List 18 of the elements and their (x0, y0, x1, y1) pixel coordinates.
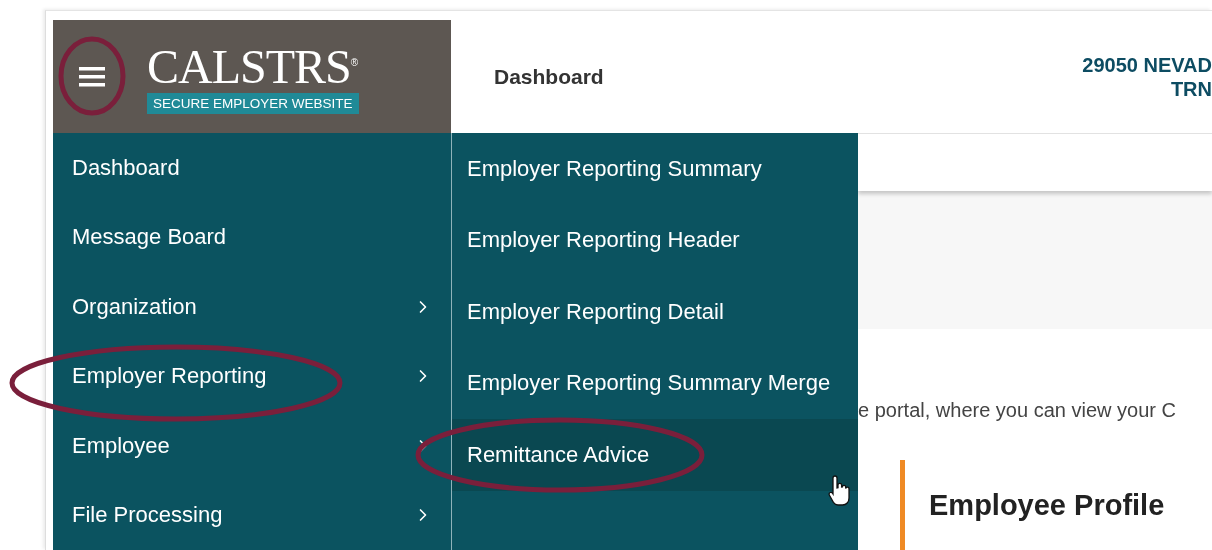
logo-tagline: SECURE EMPLOYER WEBSITE (147, 93, 359, 114)
menu-item[interactable]: File Processing (53, 480, 451, 550)
intro-text: e portal, where you can view your C (858, 399, 1177, 422)
submenu-item[interactable]: Employer Reporting Summary Merge (452, 347, 858, 419)
menu-item[interactable]: Employer Reporting (53, 341, 451, 411)
menu-item[interactable]: Dashboard (53, 133, 451, 203)
page-title: Dashboard (494, 64, 604, 89)
submenu-item[interactable]: Employer Reporting Detail (452, 276, 858, 348)
organization-name: 29050 NEVAD (1082, 52, 1212, 77)
submenu-item[interactable]: Remittance Advice (452, 419, 858, 491)
submenu-item[interactable]: Employer Reporting Header (452, 204, 858, 276)
menu-item[interactable]: Message Board (53, 202, 451, 272)
submenu-item[interactable]: Employer Reporting Summary (452, 133, 858, 205)
menu-item[interactable]: Organization (53, 272, 451, 342)
logo-text: CALSTRS$^{®}$ (147, 39, 358, 91)
organization-name: TRN (1170, 76, 1212, 101)
menu-item[interactable]: Employee (53, 411, 451, 481)
section-title: Employee Profile (929, 488, 1165, 522)
